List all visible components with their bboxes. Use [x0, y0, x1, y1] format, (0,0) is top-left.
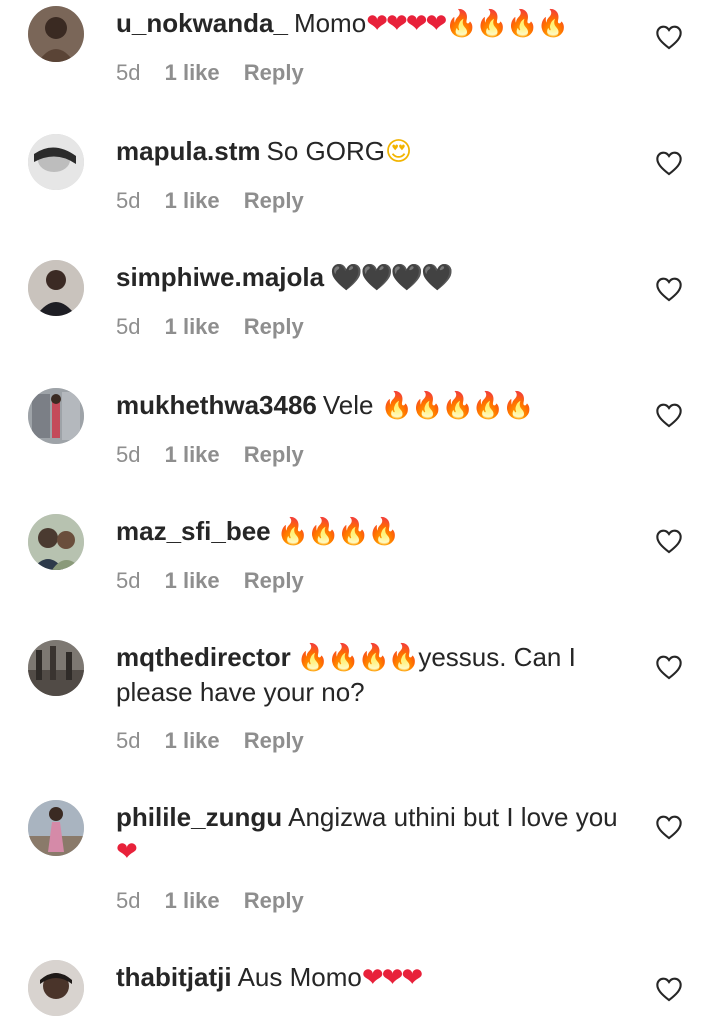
- avatar[interactable]: [28, 134, 84, 190]
- comment-likes[interactable]: 1 like: [165, 188, 220, 213]
- comment-meta: 5d 1 like Reply: [116, 313, 636, 341]
- comment-emoji: 🖤🖤🖤🖤: [330, 263, 453, 293]
- comment-meta: 5d 1 like Reply: [116, 567, 636, 595]
- comment-emoji: ❤❤❤❤: [366, 9, 447, 39]
- comment-text: thabitjatji Aus Momo❤❤❤: [116, 960, 636, 995]
- comment-username[interactable]: philile_zungu: [116, 802, 282, 832]
- heart-outline-icon[interactable]: [655, 24, 683, 50]
- avatar[interactable]: [28, 960, 84, 1016]
- comment-emoji: ❤: [116, 837, 138, 867]
- heart-outline-icon[interactable]: [655, 402, 683, 428]
- comment-emoji: 🔥🔥🔥🔥: [276, 517, 400, 547]
- comment-body: maz_sfi_bee 🔥🔥🔥🔥 5d 1 like Reply: [116, 514, 636, 595]
- comment-username[interactable]: u_nokwanda_: [116, 8, 288, 38]
- comment-text: mqthedirector 🔥🔥🔥🔥yessus. Can I please ha…: [116, 640, 636, 709]
- comment-time: 5d: [116, 888, 141, 913]
- comment-username[interactable]: thabitjatji: [116, 962, 232, 992]
- comment-body: simphiwe.majola 🖤🖤🖤🖤 5d 1 like Reply: [116, 260, 636, 341]
- comment-text: maz_sfi_bee 🔥🔥🔥🔥: [116, 514, 636, 549]
- comment-likes[interactable]: 1 like: [165, 60, 220, 85]
- reply-button[interactable]: Reply: [244, 442, 304, 467]
- avatar[interactable]: [28, 388, 84, 444]
- comment-likes[interactable]: 1 like: [165, 888, 220, 913]
- heart-outline-icon[interactable]: [655, 976, 683, 1002]
- comment-meta: 5d 1 like Reply: [116, 59, 636, 87]
- comment-body: mqthedirector 🔥🔥🔥🔥yessus. Can I please ha…: [116, 640, 636, 755]
- comment-body: philile_zungu Angizwa uthini but I love y…: [116, 800, 636, 915]
- reply-button[interactable]: Reply: [244, 314, 304, 339]
- reply-button[interactable]: Reply: [244, 568, 304, 593]
- heart-outline-icon[interactable]: [655, 654, 683, 680]
- reply-button[interactable]: Reply: [244, 188, 304, 213]
- comment-message: Vele: [322, 390, 374, 420]
- comment-time: 5d: [116, 442, 141, 467]
- comment-text: mapula.stm So GORG😍: [116, 134, 636, 169]
- comment-message: Angizwa uthini but I love you: [288, 802, 618, 832]
- comment-likes[interactable]: 1 like: [165, 568, 220, 593]
- comment-meta: 5d 1 like Reply: [116, 727, 636, 755]
- comment-text: u_nokwanda_ Momo❤❤❤❤🔥🔥🔥🔥: [116, 6, 636, 41]
- comment-likes[interactable]: 1 like: [165, 442, 220, 467]
- reply-button[interactable]: Reply: [244, 888, 304, 913]
- heart-outline-icon[interactable]: [655, 276, 683, 302]
- comment-emoji: 🔥🔥🔥🔥: [445, 9, 568, 39]
- comment-likes[interactable]: 1 like: [165, 728, 220, 753]
- comment-emoji: ❤❤❤: [361, 963, 423, 993]
- heart-outline-icon[interactable]: [655, 814, 683, 840]
- comment-text: mukhethwa3486 Vele 🔥🔥🔥🔥🔥: [116, 388, 636, 423]
- comment-body: mapula.stm So GORG😍 5d 1 like Reply: [116, 134, 636, 215]
- comment-username[interactable]: mqthedirector: [116, 642, 291, 672]
- comment-emoji: 😍: [384, 137, 412, 167]
- comment-body: u_nokwanda_ Momo❤❤❤❤🔥🔥🔥🔥 5d 1 like Reply: [116, 6, 636, 87]
- comment-time: 5d: [116, 60, 141, 85]
- avatar[interactable]: [28, 640, 84, 696]
- reply-button[interactable]: Reply: [244, 60, 304, 85]
- comment-meta: 5d 1 like Reply: [116, 187, 636, 215]
- comment-emoji: 🔥🔥🔥🔥🔥: [380, 391, 535, 421]
- reply-button[interactable]: Reply: [244, 728, 304, 753]
- comment-likes[interactable]: 1 like: [165, 314, 220, 339]
- comment-username[interactable]: mukhethwa3486: [116, 390, 317, 420]
- comment-meta: 5d 1 like Reply: [116, 887, 636, 915]
- heart-outline-icon[interactable]: [655, 528, 683, 554]
- comment-time: 5d: [116, 314, 141, 339]
- heart-outline-icon[interactable]: [655, 150, 683, 176]
- comment-text: philile_zungu Angizwa uthini but I love y…: [116, 800, 636, 869]
- comment-message: Momo: [293, 8, 367, 38]
- comment-message: Aus Momo: [237, 962, 362, 992]
- avatar[interactable]: [28, 6, 84, 62]
- comment-meta: 5d 1 like Reply: [116, 441, 636, 469]
- avatar[interactable]: [28, 800, 84, 856]
- avatar[interactable]: [28, 260, 84, 316]
- comment-body: mukhethwa3486 Vele 🔥🔥🔥🔥🔥 5d 1 like Reply: [116, 388, 636, 469]
- comment-username[interactable]: maz_sfi_bee: [116, 516, 271, 546]
- comment-emoji: 🔥🔥🔥🔥: [296, 643, 420, 673]
- comment-time: 5d: [116, 728, 141, 753]
- comment-username[interactable]: simphiwe.majola: [116, 262, 324, 292]
- comment-username[interactable]: mapula.stm: [116, 136, 261, 166]
- comment-time: 5d: [116, 188, 141, 213]
- avatar[interactable]: [28, 514, 84, 570]
- comment-message: So GORG: [266, 136, 385, 166]
- comment-body: thabitjatji Aus Momo❤❤❤: [116, 960, 636, 995]
- comment-time: 5d: [116, 568, 141, 593]
- comment-text: simphiwe.majola 🖤🖤🖤🖤: [116, 260, 636, 295]
